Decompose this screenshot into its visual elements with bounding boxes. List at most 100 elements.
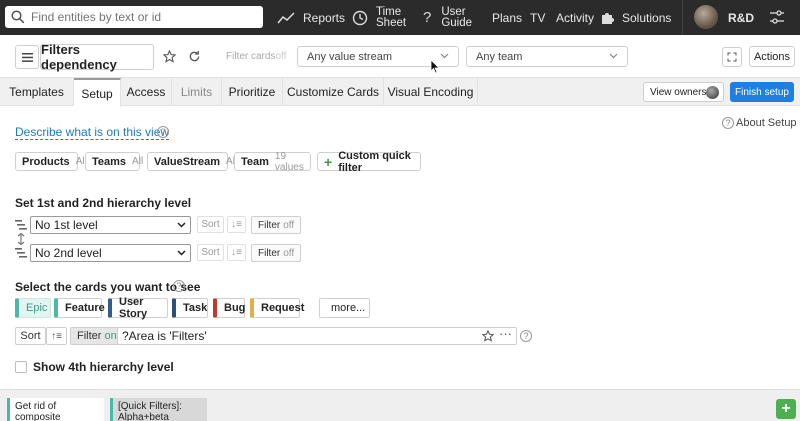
level1-filter-button[interactable]: Filter off (251, 216, 302, 234)
quick-filter-valuestream[interactable]: ValueStream All (147, 152, 237, 171)
add-card-button[interactable]: + (776, 399, 796, 419)
card-type-user-story[interactable]: User Story (108, 296, 168, 320)
chevron-down-icon (177, 250, 186, 256)
hierarchy-level-icon (15, 220, 27, 230)
nav-tv-label: TV (530, 10, 546, 25)
finish-setup-button[interactable]: Finish setup (730, 82, 794, 102)
user-avatar[interactable] (694, 5, 718, 29)
sort-direction-icon[interactable]: ↓≡ (227, 244, 246, 261)
card-type-request[interactable]: Request (250, 298, 304, 318)
refresh-icon[interactable] (188, 50, 201, 63)
nav-activity[interactable]: Activity (556, 0, 594, 35)
finish-setup-label: Finish setup (735, 86, 789, 98)
fullscreen-button[interactable] (722, 47, 742, 67)
star-icon[interactable] (163, 50, 176, 63)
team-select[interactable]: Any team (466, 46, 628, 67)
team-value: Any team (476, 50, 523, 63)
sort-direction-icon[interactable]: ↓≡ (227, 216, 246, 233)
preview-card[interactable]: [Quick Filters]: Alpha+beta (110, 398, 207, 421)
hamburger-icon (21, 52, 33, 62)
preview-card-text: [Quick Filters]: Alpha+beta (118, 401, 182, 421)
divider (682, 0, 683, 35)
tab-prioritize[interactable]: Prioritize (222, 78, 283, 106)
help-icon[interactable]: ? (173, 280, 185, 292)
sort-direction-icon[interactable]: ↑≡ (46, 327, 67, 345)
nav-reports[interactable]: Reports (277, 0, 345, 35)
describe-view-link[interactable]: Describe what is on this view (15, 126, 170, 140)
filter-cards-field[interactable]: Filter cardsoff (226, 51, 286, 62)
tab-setup[interactable]: Setup (74, 78, 121, 107)
about-setup-link[interactable]: About Setup (736, 117, 797, 129)
first-level-value: No 1st level (35, 218, 98, 232)
card-type-task[interactable]: Task (172, 298, 208, 318)
card-type-label: User Story (119, 296, 148, 320)
tab-visual-encoding[interactable]: Visual Encoding (384, 78, 478, 106)
tab-limits[interactable]: Limits (172, 78, 222, 106)
nav-plans-label: Plans (492, 10, 523, 25)
card-type-epic[interactable]: Epic (15, 298, 51, 318)
tab-customize-cards[interactable]: Customize Cards (283, 78, 384, 106)
level2-filter-button[interactable]: Filter off (251, 244, 302, 262)
nav-timesheet[interactable]: Time Sheet (352, 0, 406, 35)
nav-guide-line2: Guide (441, 16, 473, 29)
nav-tv[interactable]: TV (530, 0, 545, 35)
filter-state: off (283, 247, 295, 259)
view-title-text: Filters dependency (41, 42, 117, 72)
card-type-feature[interactable]: Feature (54, 298, 105, 318)
cards-sort-button[interactable]: Sort (15, 327, 46, 345)
tab-access[interactable]: Access (121, 78, 172, 106)
chevron-down-icon (177, 222, 186, 228)
search-input[interactable] (31, 10, 251, 24)
plus-icon: + (781, 400, 791, 417)
nav-guide-line1: User (441, 5, 466, 18)
nav-solutions[interactable]: Solutions (600, 0, 671, 35)
card-type-bug[interactable]: Bug (213, 298, 245, 318)
top-navigation-bar: Reports Time Sheet ? User Guide Plans TV… (0, 0, 800, 35)
help-icon[interactable]: ? (157, 126, 169, 138)
swap-levels-icon[interactable] (16, 233, 26, 245)
hierarchy-level-icon (15, 248, 27, 258)
quick-filter-name: ValueStream (154, 155, 221, 168)
view-owners-button[interactable]: View owners (643, 82, 724, 102)
show-4th-level-label: Show 4th hierarchy level (33, 360, 174, 374)
sort-button[interactable]: Sort (197, 216, 224, 233)
nav-timesheet-line1: Time (376, 5, 402, 18)
preview-card[interactable]: Get rid of composite (7, 398, 104, 421)
expand-icon (727, 52, 737, 62)
nav-plans[interactable]: Plans (492, 0, 522, 35)
more-card-types-button[interactable]: more... (319, 298, 370, 318)
star-icon[interactable] (482, 330, 494, 342)
sort-button[interactable]: Sort (197, 244, 224, 261)
menu-button[interactable] (15, 45, 39, 69)
view-owners-label: View owners (650, 86, 707, 98)
actions-label: Actions (753, 50, 791, 63)
settings-sliders-icon[interactable] (769, 9, 785, 25)
actions-button[interactable]: Actions (749, 46, 795, 67)
second-level-select[interactable]: No 2nd level (30, 244, 191, 262)
global-search[interactable] (5, 6, 263, 28)
nav-user-guide[interactable]: ? User Guide (423, 0, 472, 35)
plus-icon: + (324, 153, 333, 170)
custom-quick-filter-button[interactable]: + Custom quick filter (317, 149, 421, 174)
custom-quick-filter-label: Custom quick filter (338, 149, 411, 174)
view-title[interactable]: Filters dependency (40, 42, 154, 72)
settings-tabs: Templates Setup Access Limits Prioritize… (0, 78, 800, 107)
quick-filter-teams[interactable]: Teams All (85, 152, 143, 171)
value-stream-value: Any value stream (307, 50, 392, 63)
owner-avatar (706, 86, 719, 99)
help-icon[interactable]: ? (520, 330, 532, 342)
nav-reports-label: Reports (303, 10, 346, 25)
search-icon (11, 10, 25, 24)
first-level-select[interactable]: No 1st level (30, 216, 191, 234)
help-icon[interactable]: ? (722, 117, 734, 129)
quick-filter-products[interactable]: Products All (15, 152, 87, 171)
more-options-icon[interactable]: ··· (499, 326, 512, 341)
nav-timesheet-line2: Sheet (376, 16, 407, 29)
preview-card-text: Get rid of composite (15, 401, 61, 421)
quick-filter-team[interactable]: Team 19 values (234, 151, 311, 173)
show-4th-level-checkbox[interactable] (15, 361, 27, 373)
cards-filter-toggle[interactable]: Filter on (70, 327, 124, 345)
tab-templates[interactable]: Templates (0, 78, 74, 106)
workspace-switcher[interactable]: R&D (728, 0, 754, 35)
card-filter-input[interactable]: ?Area is 'Filters' (117, 327, 517, 345)
